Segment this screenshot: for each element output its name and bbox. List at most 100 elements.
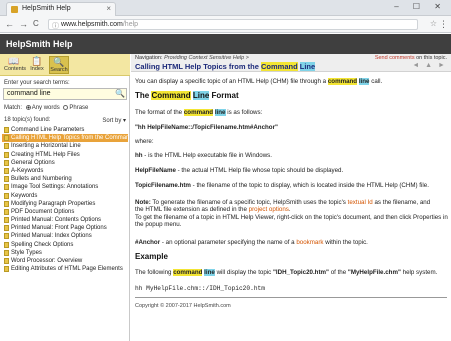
any-words-radio[interactable] xyxy=(25,105,31,110)
intro-hl2: line xyxy=(358,78,370,85)
bookmark-link[interactable]: bookmark xyxy=(296,239,323,246)
forward-icon[interactable]: → xyxy=(19,19,28,29)
hh-definition: hh - is the HTML Help executable file in… xyxy=(135,152,447,159)
tab-close-icon[interactable]: × xyxy=(106,4,111,13)
example-post: help system. xyxy=(402,269,438,276)
footer-divider xyxy=(135,297,447,298)
note-line-3: To get the filename of a topic in HTML H… xyxy=(135,213,448,221)
intro-post: call. xyxy=(371,78,383,85)
result-item[interactable]: Printed Manual: Front Page Options xyxy=(2,224,128,232)
format-paragraph: The format of the command line is as fol… xyxy=(135,109,447,116)
topic-page-icon xyxy=(4,192,9,199)
result-item-label: Spelling Check Options xyxy=(11,241,74,248)
topic-page-icon xyxy=(4,200,9,207)
search-tab-button[interactable]: 🔍 Search xyxy=(49,56,69,74)
browser-tab[interactable]: HelpSmith Help × xyxy=(6,2,116,16)
result-item[interactable]: General Options xyxy=(2,159,128,167)
index-icon: 📋 xyxy=(31,56,43,66)
result-item[interactable]: Modifying Paragraph Properties xyxy=(2,200,128,208)
search-tab-icon: 🔍 xyxy=(53,57,65,67)
bookmark-star-icon[interactable]: ☆ xyxy=(430,19,437,28)
topic-title-hl2: Line xyxy=(299,62,316,71)
section1-hl2: Line xyxy=(192,91,210,100)
result-item-label: Image Tool Settings: Annotations xyxy=(11,184,99,191)
result-item[interactable]: Word Processor: Overview xyxy=(2,257,128,265)
section-heading-format: The Command Line Format xyxy=(135,91,447,100)
page-info-icon: ⓘ xyxy=(52,23,59,30)
result-item[interactable]: Image Tool Settings: Annotations xyxy=(2,183,128,191)
hh-desc: - is the HTML Help executable file in Wi… xyxy=(144,152,272,159)
note-line-1: Note: To generate the filename of a spec… xyxy=(135,199,447,206)
window-controls[interactable]: – ☐ ✕ xyxy=(394,2,447,11)
section-heading-example: Example xyxy=(135,252,168,261)
send-comments-link[interactable]: Send comments xyxy=(375,55,415,61)
search-go-icon[interactable]: 🔍 xyxy=(115,89,125,98)
result-item-label: Word Processor: Overview xyxy=(11,258,83,264)
browser-menu-icon[interactable]: ⋮ xyxy=(439,19,448,30)
result-item[interactable]: Printed Manual: Index Options xyxy=(2,232,128,240)
result-item-label: Printed Manual: Contents Options xyxy=(11,217,102,224)
result-item[interactable]: Command Line Parameters xyxy=(2,126,128,134)
section1-hl1: Command xyxy=(151,91,191,100)
topic-page-icon xyxy=(4,233,9,240)
sort-by-dropdown[interactable]: Sort by ▾ xyxy=(102,117,126,124)
url-text: www.helpsmith.com/help xyxy=(61,21,138,28)
send-comments-suffix: on this topic. xyxy=(416,55,447,61)
back-icon[interactable]: ← xyxy=(5,19,14,29)
result-item-label: General Options xyxy=(11,159,55,166)
result-item[interactable]: Bullets and Numbering xyxy=(2,175,128,183)
result-item[interactable]: Creating HTML Help Files xyxy=(2,151,128,159)
tab-title: HelpSmith Help xyxy=(22,5,71,12)
contents-button[interactable]: 📖 Contents xyxy=(4,56,26,74)
topic-page-icon xyxy=(4,266,9,273)
result-item[interactable]: A-Keywords xyxy=(2,167,128,175)
result-item[interactable]: Editing Attributes of HTML Page Elements xyxy=(2,265,128,273)
topic-page-icon xyxy=(4,143,9,150)
format-post: is as follows: xyxy=(227,109,263,116)
favicon-icon xyxy=(11,6,18,13)
hh-term: hh xyxy=(135,152,143,159)
intro-pre: You can display a specific topic of an H… xyxy=(135,78,327,85)
example-of: of the xyxy=(330,269,347,276)
result-item[interactable]: PDF Document Options xyxy=(2,208,128,216)
note-2a: the HTML file extension as defined in th… xyxy=(135,206,247,214)
result-item[interactable]: Printed Manual: Contents Options xyxy=(2,216,128,224)
note-label: Note: xyxy=(135,199,151,206)
contents-icon: 📖 xyxy=(8,56,20,66)
note-1a: To generate the filename of a specific t… xyxy=(152,199,346,206)
result-item-label: PDF Document Options xyxy=(11,208,75,215)
result-item[interactable]: Style Types xyxy=(2,249,128,257)
sidebar-toolbar: 📖 Contents 📋 Index 🔍 Search xyxy=(0,54,130,76)
intro-paragraph: You can display a specific topic of an H… xyxy=(135,78,447,85)
topic-page-icon xyxy=(4,159,9,166)
result-item[interactable]: Keywords xyxy=(2,192,128,200)
format-hl2: line xyxy=(214,109,226,116)
url-input[interactable]: ⓘ www.helpsmith.com/help xyxy=(48,19,418,30)
format-hl1: command xyxy=(183,109,214,116)
phrase-radio[interactable] xyxy=(63,105,69,110)
topic-pane: Navigation: Providing Context Sensitive … xyxy=(131,54,451,341)
result-item[interactable]: Inserting a Horizontal Line xyxy=(2,142,128,150)
reload-icon[interactable]: C xyxy=(33,19,39,28)
topic-page-icon xyxy=(4,217,9,224)
anchor-desc-post: within the topic. xyxy=(325,239,368,246)
project-options-link[interactable]: project options xyxy=(249,206,289,213)
topic-page-icon xyxy=(4,241,9,248)
example-code: hh MyHelpFile.chm::/IDH_Topic20.htm xyxy=(135,285,265,292)
breadcrumb-link[interactable]: Providing Context Sensitive Help > xyxy=(164,55,249,61)
results-list: Command Line Parameters Calling HTML Help… xyxy=(2,126,128,273)
topic-nav-arrows[interactable]: ◄ ▲ ► xyxy=(412,62,447,69)
example-file: "MyHelpFile.chm" xyxy=(347,269,401,276)
index-button[interactable]: 📋 Index xyxy=(27,56,47,74)
url-path: /help xyxy=(122,21,139,28)
result-item-label: Modifying Paragraph Properties xyxy=(11,200,96,207)
result-item[interactable]: Spelling Check Options xyxy=(2,241,128,249)
result-item-label: Keywords xyxy=(11,192,38,199)
search-input[interactable]: command line 🔍 xyxy=(3,88,127,100)
search-label: Enter your search terms: xyxy=(4,80,70,86)
result-item[interactable]: Calling HTML Help Topics from the Comman… xyxy=(2,134,128,143)
result-item-label: Bullets and Numbering xyxy=(11,176,72,183)
format-pre: The format of the xyxy=(135,109,183,116)
textual-id-link[interactable]: textual Id xyxy=(348,199,373,206)
results-count: 18 topic(s) found: xyxy=(4,117,51,123)
